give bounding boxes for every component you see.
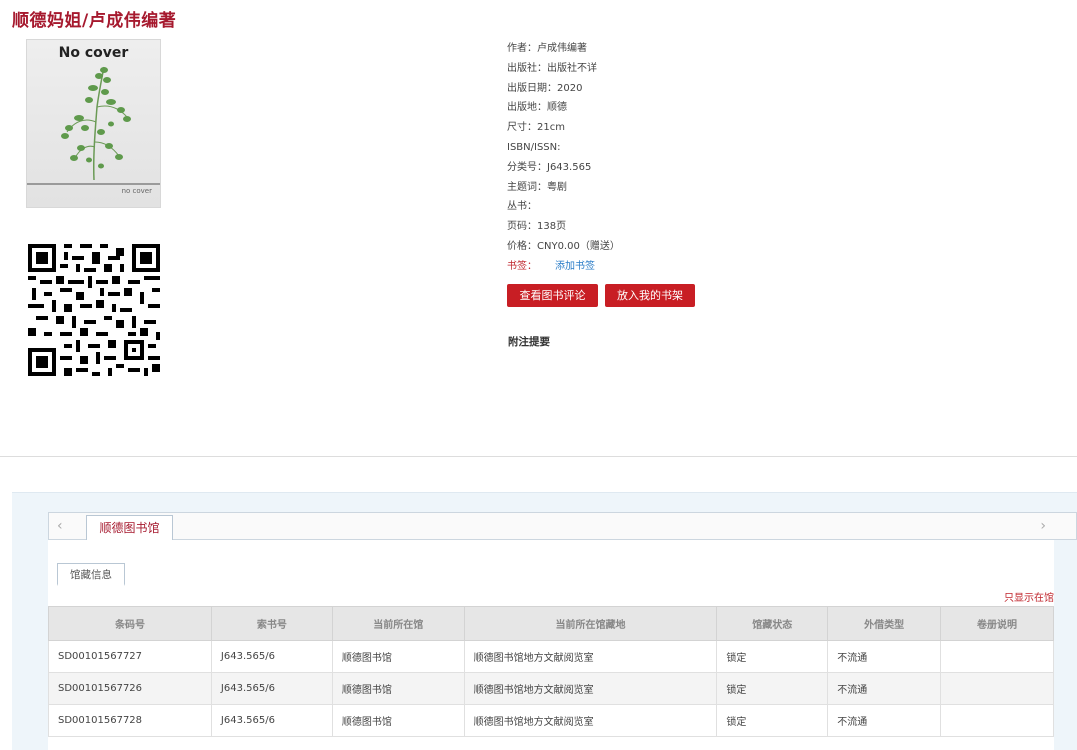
meta-publisher: 出版社：出版社不详 <box>507 62 597 74</box>
book-metadata: 作者：卢成伟编著 出版社：出版社不详 出版日期：2020 出版地：顺德 尺寸：2… <box>507 40 620 278</box>
library-tab-bar: ‹ › <box>48 512 1077 540</box>
cell-library: 顺德图书馆 <box>331 704 465 737</box>
col-loan-type: 外借类型 <box>827 606 942 641</box>
cell-library: 顺德图书馆 <box>331 640 465 673</box>
col-status: 馆藏状态 <box>716 606 829 641</box>
meta-publish-place: 出版地：顺德 <box>507 102 567 114</box>
cell-location: 顺德图书馆地方文献阅览室 <box>463 672 718 705</box>
cover-band <box>27 183 160 185</box>
tab-library[interactable]: 顺德图书馆 <box>86 515 173 540</box>
cell-barcode: SD00101567728 <box>48 704 212 737</box>
add-to-shelf-button[interactable]: 放入我的书架 <box>605 284 695 307</box>
table-row: SD00101567728 J643.565/6 顺德图书馆 顺德图书馆地方文献… <box>48 704 1054 737</box>
holdings-table: 条码号 索书号 当前所在馆 当前所在馆藏地 馆藏状态 外借类型 卷册说明 SD0… <box>48 606 1054 737</box>
meta-price: 价格：CNY0.00（赠送） <box>507 240 620 252</box>
abstract-heading: 附注提要 <box>508 336 550 348</box>
chevron-left-icon[interactable]: ‹ <box>57 518 63 534</box>
table-row: SD00101567727 J643.565/6 顺德图书馆 顺德图书馆地方文献… <box>48 640 1054 673</box>
book-title: 顺德妈姐 <box>12 11 82 31</box>
cell-loan-type: 不流通 <box>827 672 942 705</box>
cell-volume-note <box>940 672 1054 705</box>
meta-publish-date: 出版日期：2020 <box>507 82 583 94</box>
meta-size: 尺寸：21cm <box>507 122 565 134</box>
book-cover-image: No cover no cover <box>26 39 161 208</box>
show-available-only-link[interactable]: 只显示在馆 <box>1004 589 1054 604</box>
meta-series: 丛书： <box>507 201 537 213</box>
cell-loan-type: 不流通 <box>827 640 942 673</box>
cell-library: 顺德图书馆 <box>331 672 465 705</box>
cell-loan-type: 不流通 <box>827 704 942 737</box>
title-separator: / <box>82 11 89 31</box>
col-library: 当前所在馆 <box>331 606 465 641</box>
plant-icon <box>61 66 131 181</box>
cell-location: 顺德图书馆地方文献阅览室 <box>463 704 718 737</box>
cover-text-small: no cover <box>121 187 152 195</box>
col-location: 当前所在馆藏地 <box>463 606 718 641</box>
section-divider <box>0 456 1077 457</box>
cell-status: 锁定 <box>716 640 829 673</box>
cell-status: 锁定 <box>716 704 829 737</box>
meta-subject: 主题词：粤剧 <box>507 181 567 193</box>
meta-classification: 分类号：J643.565 <box>507 161 592 173</box>
cell-volume-note <box>940 704 1054 737</box>
cell-call-number: J643.565/6 <box>210 704 333 737</box>
cell-barcode: SD00101567726 <box>48 672 212 705</box>
cell-volume-note <box>940 640 1054 673</box>
meta-isbn: ISBN/ISSN: <box>507 141 561 153</box>
cell-barcode: SD00101567727 <box>48 640 212 673</box>
meta-author: 作者：卢成伟编著 <box>507 43 587 54</box>
chevron-right-icon[interactable]: › <box>1040 518 1046 534</box>
cell-call-number: J643.565/6 <box>210 640 333 673</box>
qr-code-icon <box>28 244 160 376</box>
col-volume-note: 卷册说明 <box>940 606 1054 641</box>
cell-call-number: J643.565/6 <box>210 672 333 705</box>
col-call-number: 索书号 <box>210 606 333 641</box>
book-author: 卢成伟编著 <box>88 11 177 31</box>
tab-holding-info[interactable]: 馆藏信息 <box>57 563 125 586</box>
table-row: SD00101567726 J643.565/6 顺德图书馆 顺德图书馆地方文献… <box>48 672 1054 705</box>
cell-status: 锁定 <box>716 672 829 705</box>
page-title: 顺德妈姐/卢成伟编著 <box>12 6 176 31</box>
view-reviews-button[interactable]: 查看图书评论 <box>507 284 598 307</box>
meta-pages: 页码：138页 <box>507 221 567 233</box>
cover-text-large: No cover <box>58 45 129 61</box>
meta-bookmark: 书签： 添加书签 <box>507 260 595 272</box>
col-barcode: 条码号 <box>48 606 212 641</box>
cell-location: 顺德图书馆地方文献阅览室 <box>463 640 718 673</box>
table-header-row: 条码号 索书号 当前所在馆 当前所在馆藏地 馆藏状态 外借类型 卷册说明 <box>48 606 1054 641</box>
add-bookmark-link[interactable]: 添加书签 <box>555 261 595 272</box>
